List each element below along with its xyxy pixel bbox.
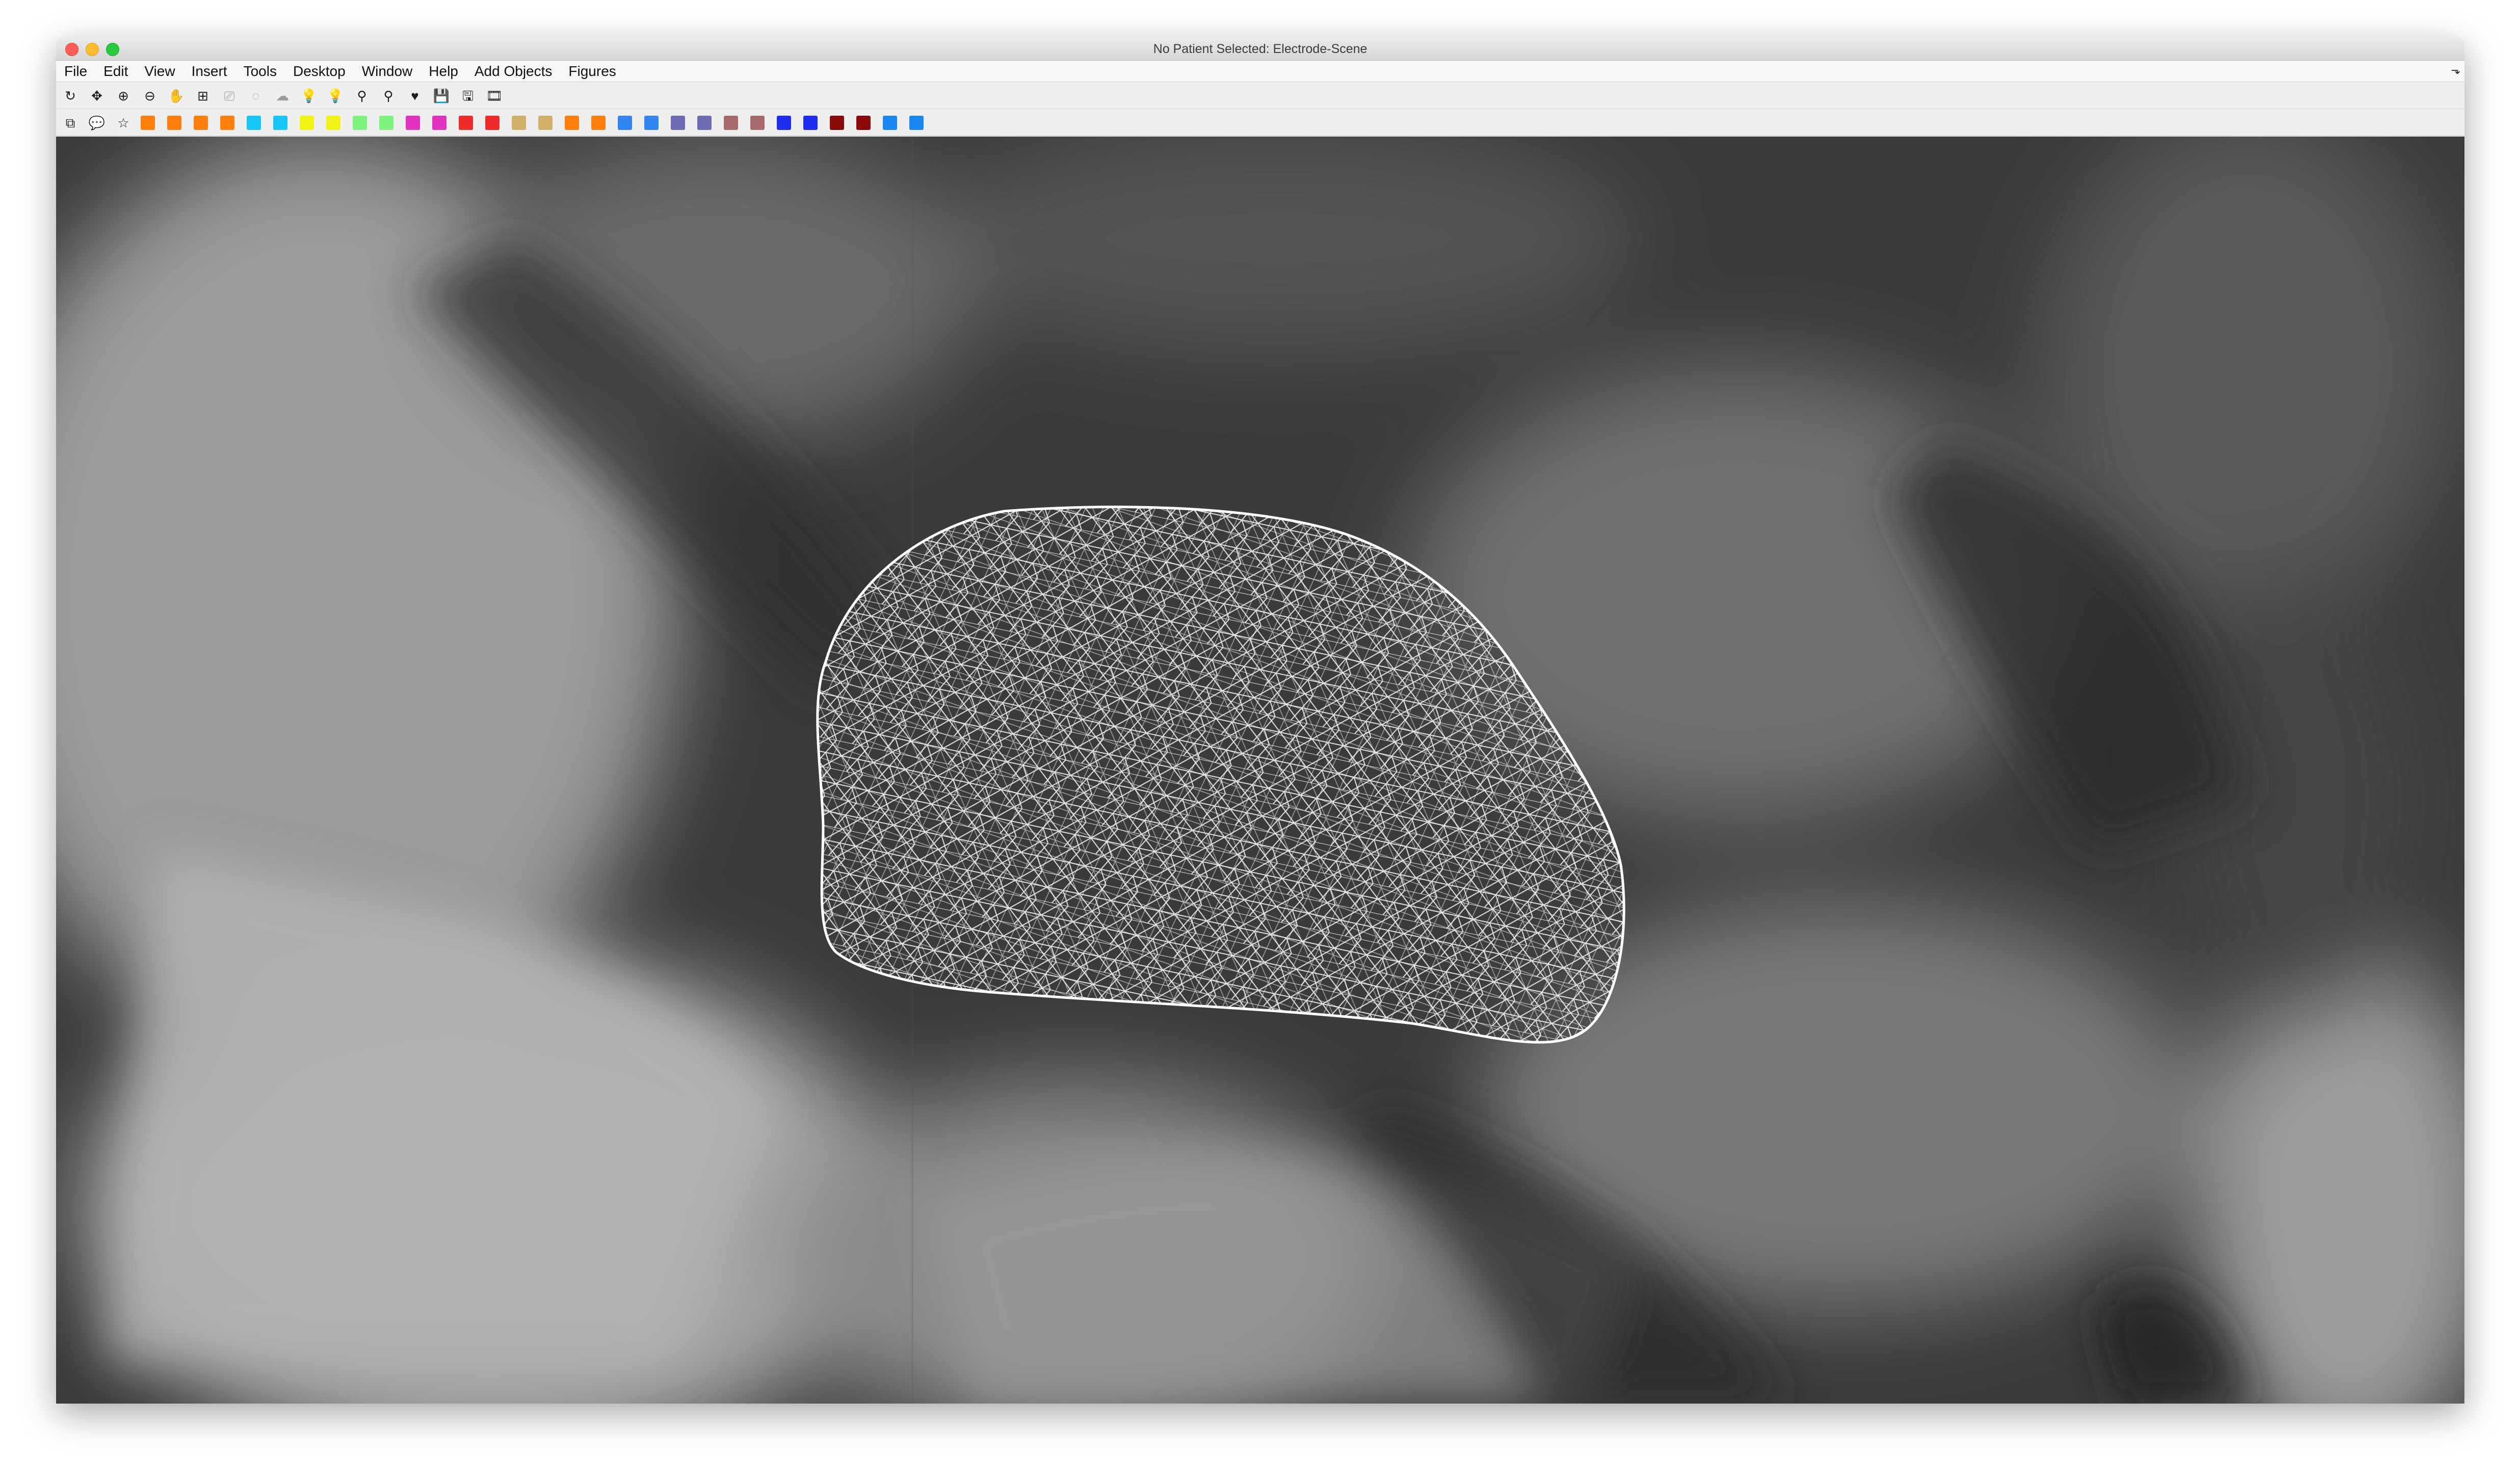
color-swatch-button[interactable] bbox=[459, 115, 473, 130]
star-icon[interactable]: ☆ bbox=[114, 114, 133, 132]
color-swatch-button[interactable] bbox=[485, 115, 500, 130]
light-off-icon[interactable]: ⚲ bbox=[353, 87, 371, 105]
color-swatch-button[interactable] bbox=[856, 115, 871, 130]
color-toolbar: ⧉ 💬 ☆ bbox=[56, 110, 2464, 136]
pan-icon[interactable]: ✥ bbox=[88, 87, 106, 105]
color-swatch-button[interactable] bbox=[406, 115, 420, 130]
save-as-icon[interactable]: 🖫 bbox=[459, 87, 477, 105]
title-bar: No Patient Selected: Electrode-Scene bbox=[56, 38, 2464, 61]
color-swatch-button[interactable] bbox=[300, 115, 314, 130]
scene-canvas[interactable] bbox=[56, 137, 2464, 1404]
color-swatch-button[interactable] bbox=[750, 115, 765, 130]
zoom-out-icon[interactable]: ⊖ bbox=[141, 87, 159, 105]
color-swatch-button[interactable] bbox=[909, 115, 924, 130]
color-swatch-button[interactable] bbox=[591, 115, 606, 130]
menu-add-objects[interactable]: Add Objects bbox=[475, 63, 553, 80]
light-on-icon[interactable]: 💡 bbox=[326, 87, 345, 105]
film-icon[interactable]: 🎞 bbox=[485, 87, 504, 105]
figure-toolbar: ↻ ✥ ⊕ ⊖ ✋ ⊞ ⎚ ◌ ☁ 💡 💡 ⚲ ⚲ ♥ 💾 🖫 🎞 bbox=[56, 83, 2464, 109]
color-swatch-button[interactable] bbox=[353, 115, 367, 130]
rotate-3d-icon[interactable]: ↻ bbox=[61, 87, 80, 105]
zoom-in-icon[interactable]: ⊕ bbox=[114, 87, 133, 105]
menu-insert[interactable]: Insert bbox=[192, 63, 227, 80]
chat-icon[interactable]: 💬 bbox=[88, 114, 106, 132]
lasso-select-icon[interactable]: ◌ bbox=[247, 87, 265, 105]
scene-viewport[interactable] bbox=[56, 137, 2464, 1404]
color-swatch-button[interactable] bbox=[220, 115, 234, 130]
menu-tools[interactable]: Tools bbox=[244, 63, 277, 80]
layers-icon[interactable]: ⧉ bbox=[61, 114, 80, 132]
color-swatch-button[interactable] bbox=[194, 115, 208, 130]
menu-view[interactable]: View bbox=[144, 63, 175, 80]
color-swatch-button[interactable] bbox=[432, 115, 447, 130]
color-swatch-button[interactable] bbox=[883, 115, 897, 130]
data-cursor-icon[interactable]: ⊞ bbox=[194, 87, 212, 105]
color-swatch-button[interactable] bbox=[247, 115, 261, 130]
menu-edit[interactable]: Edit bbox=[103, 63, 128, 80]
color-swatch-button[interactable] bbox=[565, 115, 579, 130]
color-swatch-button[interactable] bbox=[644, 115, 659, 130]
color-swatch-button[interactable] bbox=[379, 115, 393, 130]
heart-icon[interactable]: ♥ bbox=[406, 87, 424, 105]
menu-help[interactable]: Help bbox=[429, 63, 458, 80]
color-swatch-button[interactable] bbox=[141, 115, 155, 130]
menu-figures[interactable]: Figures bbox=[568, 63, 616, 80]
color-swatch-button[interactable] bbox=[724, 115, 738, 130]
hand-icon[interactable]: ✋ bbox=[167, 87, 186, 105]
brush-icon[interactable]: ⎚ bbox=[220, 87, 239, 105]
brain-icon[interactable]: ☁ bbox=[273, 87, 292, 105]
color-swatch-button[interactable] bbox=[777, 115, 791, 130]
light-remove-icon[interactable]: ⚲ bbox=[379, 87, 398, 105]
dock-arrow-icon[interactable]: ⬎ bbox=[2451, 64, 2460, 77]
color-swatch-button[interactable] bbox=[830, 115, 844, 130]
color-swatch-button[interactable] bbox=[803, 115, 818, 130]
menu-bar: File Edit View Insert Tools Desktop Window Help… bbox=[56, 61, 2464, 82]
color-swatch-button[interactable] bbox=[167, 115, 181, 130]
color-swatch-button[interactable] bbox=[273, 115, 287, 130]
color-swatch-button[interactable] bbox=[512, 115, 526, 130]
menu-window[interactable]: Window bbox=[362, 63, 413, 80]
window-title: No Patient Selected: Electrode-Scene bbox=[1153, 42, 1368, 56]
color-swatch-button[interactable] bbox=[697, 115, 712, 130]
color-swatch-button[interactable] bbox=[618, 115, 632, 130]
light-icon[interactable]: 💡 bbox=[300, 87, 318, 105]
color-swatch-button[interactable] bbox=[538, 115, 553, 130]
color-swatch-button[interactable] bbox=[326, 115, 340, 130]
menu-file[interactable]: File bbox=[64, 63, 87, 80]
menu-desktop[interactable]: Desktop bbox=[293, 63, 346, 80]
figure-window: No Patient Selected: Electrode-Scene Fil… bbox=[56, 38, 2464, 1404]
save-icon[interactable]: 💾 bbox=[432, 87, 451, 105]
color-swatch-button[interactable] bbox=[671, 115, 685, 130]
